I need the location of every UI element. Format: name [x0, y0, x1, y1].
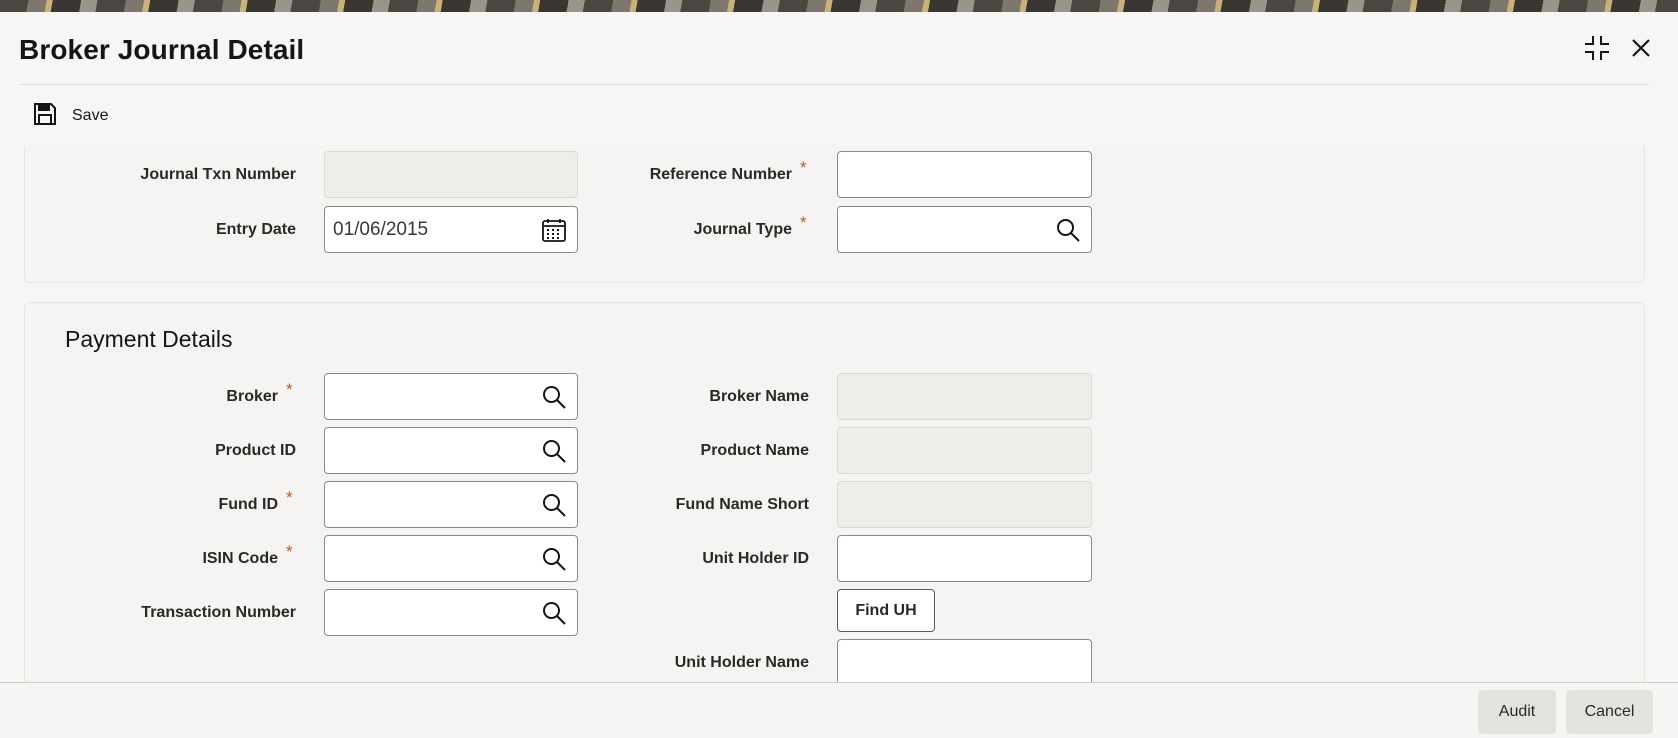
search-icon[interactable] [541, 546, 567, 572]
broker-required-marker: * [286, 380, 293, 399]
journal-type-field[interactable] [837, 206, 1092, 253]
title-divider [19, 84, 1649, 85]
fund-id-required-marker: * [286, 488, 293, 507]
journal-type-required-marker: * [800, 213, 807, 232]
broker-field[interactable] [324, 373, 578, 420]
broker-name-field [837, 373, 1092, 420]
broker-label: Broker [226, 388, 278, 405]
product-id-field[interactable] [324, 427, 578, 474]
reference-number-field[interactable] [837, 151, 1092, 198]
entry-date-field[interactable]: 01/06/2015 [324, 206, 578, 253]
audit-button[interactable]: Audit [1478, 690, 1556, 734]
reference-number-label: Reference Number [649, 166, 792, 183]
broker-name-label: Broker Name [709, 388, 809, 405]
journal-type-label: Journal Type [693, 221, 792, 238]
save-label: Save [72, 107, 109, 124]
product-name-field [837, 427, 1092, 474]
fund-id-field[interactable] [324, 481, 578, 528]
close-icon[interactable] [1627, 34, 1655, 62]
payment-details-panel [24, 302, 1645, 682]
search-icon[interactable] [1055, 217, 1081, 243]
fund-id-label: Fund ID [218, 496, 278, 513]
transaction-number-label: Transaction Number [141, 604, 296, 621]
fund-name-short-field [837, 481, 1092, 528]
cancel-button[interactable]: Cancel [1566, 690, 1653, 734]
entry-date-label: Entry Date [215, 221, 296, 238]
background-banner-strip [0, 0, 1678, 12]
search-icon[interactable] [541, 384, 567, 410]
isin-code-label: ISIN Code [202, 550, 278, 567]
isin-code-field[interactable] [324, 535, 578, 582]
search-icon[interactable] [541, 492, 567, 518]
payment-details-title: Payment Details [65, 326, 233, 352]
dialog-title: Broker Journal Detail [19, 34, 305, 65]
collapse-icon[interactable] [1583, 34, 1611, 62]
unit-holder-name-field[interactable] [837, 639, 1092, 683]
product-id-label: Product ID [215, 442, 296, 459]
isin-code-required-marker: * [286, 542, 293, 561]
entry-date-value: 01/06/2015 [333, 218, 429, 240]
journal-txn-number-field [324, 151, 578, 198]
product-name-label: Product Name [700, 442, 809, 459]
journal-txn-number-label: Journal Txn Number [140, 166, 296, 183]
save-icon [32, 101, 58, 132]
fund-name-short-label: Fund Name Short [675, 496, 809, 513]
search-icon[interactable] [541, 600, 567, 626]
footer-bar: Audit Cancel [0, 682, 1678, 738]
unit-holder-id-label: Unit Holder ID [702, 550, 809, 567]
unit-holder-name-label: Unit Holder Name [674, 654, 809, 671]
transaction-number-field[interactable] [324, 589, 578, 636]
save-button[interactable]: Save [32, 102, 108, 130]
calendar-icon[interactable] [541, 217, 567, 243]
search-icon[interactable] [541, 438, 567, 464]
find-uh-button[interactable]: Find UH [837, 589, 935, 632]
unit-holder-id-field[interactable] [837, 535, 1092, 582]
reference-number-required-marker: * [800, 158, 807, 177]
